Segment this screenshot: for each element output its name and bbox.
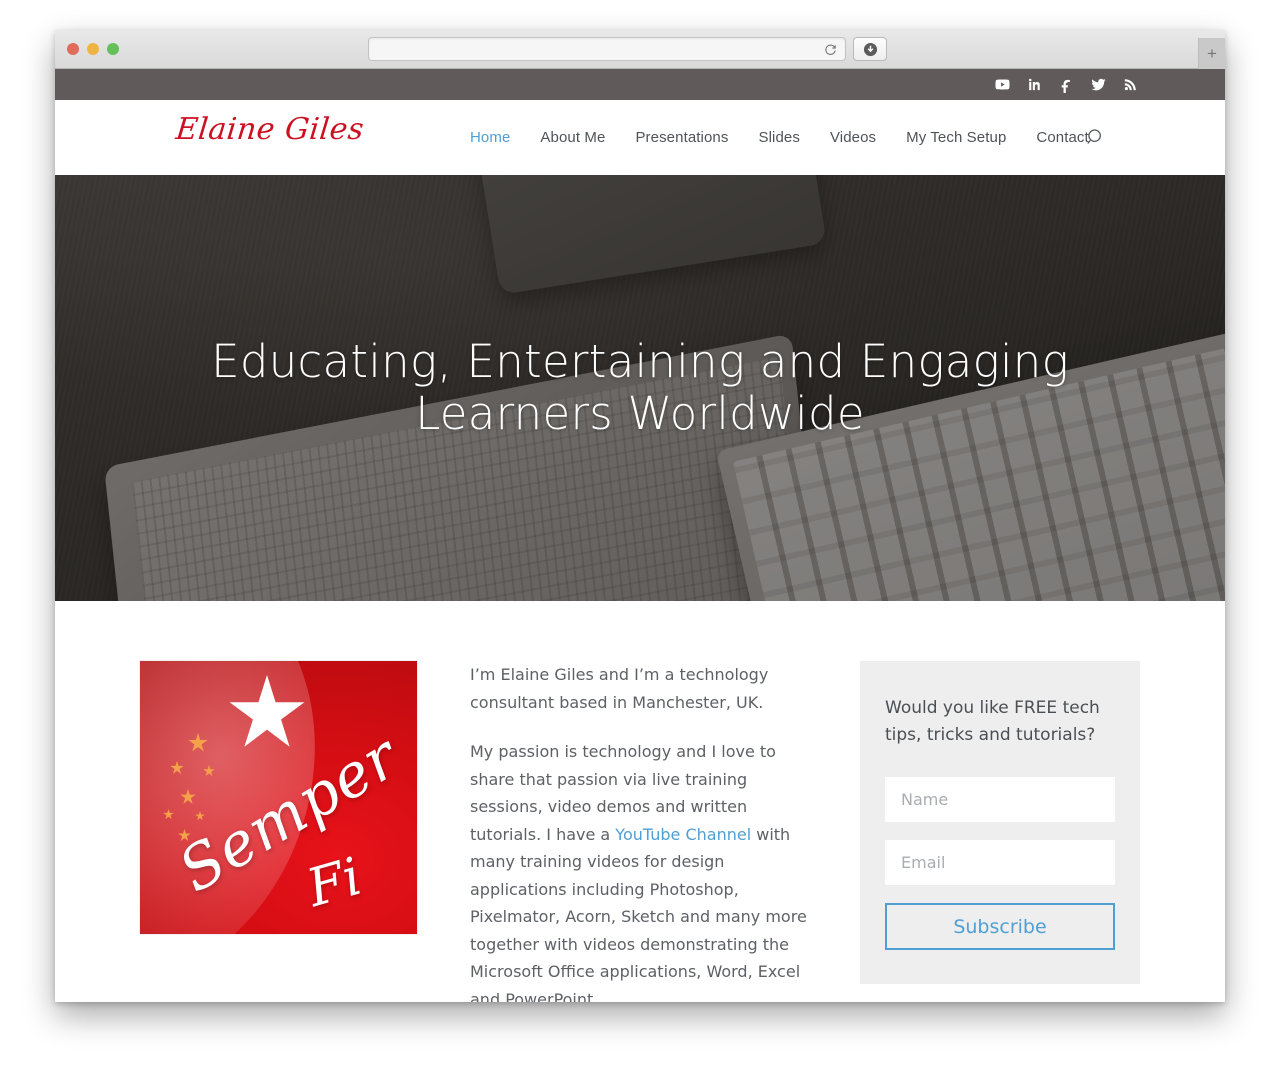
linkedin-icon[interactable] — [1026, 76, 1043, 93]
intro-p2-part2: with many training videos for design app… — [470, 824, 807, 1002]
fi-text: Fi — [300, 846, 368, 920]
url-input[interactable] — [369, 38, 845, 60]
facebook-icon[interactable] — [1058, 76, 1075, 93]
twitter-icon[interactable] — [1090, 76, 1107, 93]
intro-paragraph-1: I’m Elaine Giles and I’m a technology co… — [470, 665, 769, 712]
nav-item-home[interactable]: Home — [470, 129, 510, 146]
web-page: Elaine Giles Home About Me Presentations… — [55, 69, 1225, 1002]
youtube-icon[interactable] — [994, 76, 1011, 93]
rss-icon[interactable] — [1122, 76, 1139, 93]
new-tab-button[interactable]: + — [1198, 38, 1225, 69]
nav-item-contact[interactable]: Contact — [1036, 129, 1088, 146]
reload-icon[interactable] — [823, 42, 838, 57]
browser-titlebar: + — [55, 30, 1225, 69]
download-icon — [863, 42, 877, 56]
site-logo[interactable]: Elaine Giles — [174, 112, 366, 147]
zoom-window-button[interactable] — [107, 43, 119, 55]
window-controls — [67, 43, 119, 55]
hero-title-line-2: Learners Worldwide — [415, 387, 865, 440]
download-button[interactable] — [853, 37, 887, 61]
hero-title: Educating, Entertaining and Engaging Lea… — [55, 175, 1225, 601]
hero-title-line-1: Educating, Entertaining and Engaging — [211, 334, 1069, 388]
close-window-button[interactable] — [67, 43, 79, 55]
nav-item-videos[interactable]: Videos — [830, 129, 876, 146]
subscribe-button[interactable]: Subscribe — [885, 903, 1115, 951]
nav-item-my-tech-setup[interactable]: My Tech Setup — [906, 129, 1006, 146]
signup-column: Would you like FREE tech tips, tricks an… — [860, 661, 1140, 1002]
youtube-channel-link[interactable]: YouTube Channel — [615, 825, 751, 844]
nav-item-about-me[interactable]: About Me — [540, 129, 605, 146]
address-bar[interactable] — [368, 37, 846, 61]
intro-section: Semper Fi I’m Elaine Giles and I’m a tec… — [55, 601, 1225, 1002]
intro-image-column: Semper Fi — [140, 661, 440, 1002]
intro-text-column: I’m Elaine Giles and I’m a technology co… — [440, 661, 860, 1002]
browser-window: + Elaine Giles Home About Me Presentatio… — [55, 30, 1225, 1002]
nav-item-presentations[interactable]: Presentations — [635, 129, 728, 146]
signup-heading: Would you like FREE tech tips, tricks an… — [885, 698, 1100, 746]
minimize-window-button[interactable] — [87, 43, 99, 55]
newsletter-signup-box: Would you like FREE tech tips, tricks an… — [860, 661, 1140, 985]
nav-item-slides[interactable]: Slides — [758, 129, 799, 146]
primary-navigation: Home About Me Presentations Slides Video… — [470, 100, 1089, 175]
site-header: Elaine Giles Home About Me Presentations… — [55, 100, 1225, 175]
name-input[interactable] — [885, 777, 1115, 823]
semper-fi-image: Semper Fi — [140, 661, 417, 934]
intro-paragraph-2: My passion is technology and I love to s… — [470, 738, 815, 1002]
social-bar — [55, 69, 1225, 100]
search-icon[interactable] — [1085, 127, 1107, 149]
email-input[interactable] — [885, 840, 1115, 886]
hero-section: Educating, Entertaining and Engaging Lea… — [55, 175, 1225, 601]
